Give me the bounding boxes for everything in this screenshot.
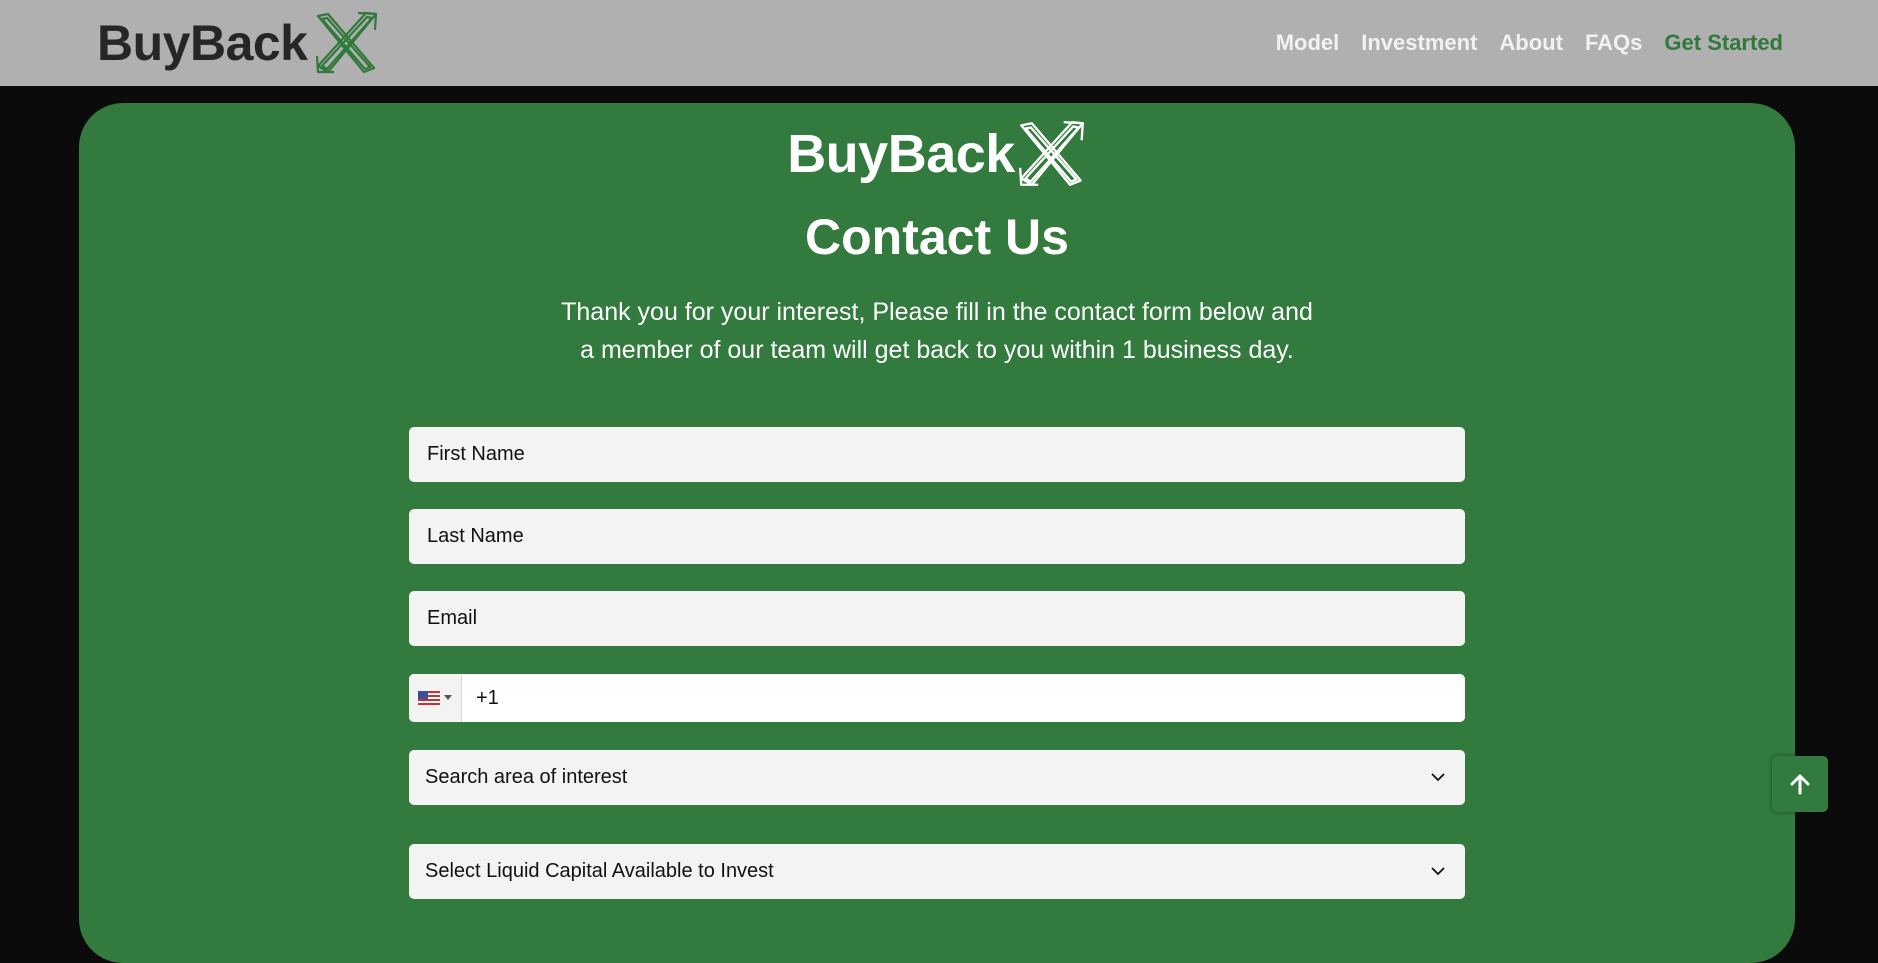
first-name-input[interactable]: [425, 442, 1465, 467]
caret-down-icon: [444, 695, 452, 700]
nav-about[interactable]: About: [1499, 30, 1563, 56]
first-name-field[interactable]: [409, 427, 1465, 482]
get-started-link[interactable]: Get Started: [1664, 30, 1783, 56]
nav-investment[interactable]: Investment: [1361, 30, 1477, 56]
nav-faqs[interactable]: FAQs: [1585, 30, 1642, 56]
last-name-field[interactable]: [409, 509, 1465, 564]
chevron-down-icon: [1431, 867, 1445, 876]
page-title: Contact Us: [805, 209, 1069, 265]
top-navigation-bar: BuyBack Model Investment About FAQs Get …: [0, 0, 1878, 86]
header-brand-text: BuyBack: [97, 15, 308, 71]
liquid-capital-select[interactable]: Select Liquid Capital Available to Inves…: [409, 844, 1465, 899]
scroll-to-top-button[interactable]: [1772, 756, 1828, 812]
capital-select-value: Select Liquid Capital Available to Inves…: [425, 860, 774, 882]
email-input[interactable]: [425, 606, 1465, 631]
chevron-down-icon: [1431, 773, 1445, 782]
area-of-interest-select[interactable]: Search area of interest: [409, 750, 1465, 805]
intro-line-1: Thank you for your interest, Please fill…: [561, 298, 1313, 326]
nav-model[interactable]: Model: [1276, 30, 1340, 56]
area-select-value: Search area of interest: [425, 766, 628, 788]
card-brand-text: BuyBack: [787, 124, 1015, 184]
email-field[interactable]: [409, 591, 1465, 646]
contact-card: BuyBack Contact Us Thank you for your in…: [79, 103, 1795, 963]
card-logo: BuyBack: [79, 119, 1795, 189]
phone-field[interactable]: +1: [409, 674, 1465, 722]
phone-code: +1: [476, 686, 499, 709]
country-selector[interactable]: [409, 674, 462, 722]
us-flag-icon: [418, 691, 440, 705]
x-arrows-logo-icon: [1018, 121, 1084, 186]
last-name-input[interactable]: [425, 524, 1465, 549]
main-nav: Model Investment About FAQs Get Started: [1276, 0, 1783, 86]
header-logo[interactable]: BuyBack: [97, 8, 380, 78]
x-arrows-logo-icon: [315, 11, 377, 74]
arrow-up-icon: [1790, 774, 1810, 795]
intro-text: Thank you for your interest, Please fill…: [79, 293, 1795, 369]
intro-line-2: a member of our team will get back to yo…: [580, 336, 1294, 364]
